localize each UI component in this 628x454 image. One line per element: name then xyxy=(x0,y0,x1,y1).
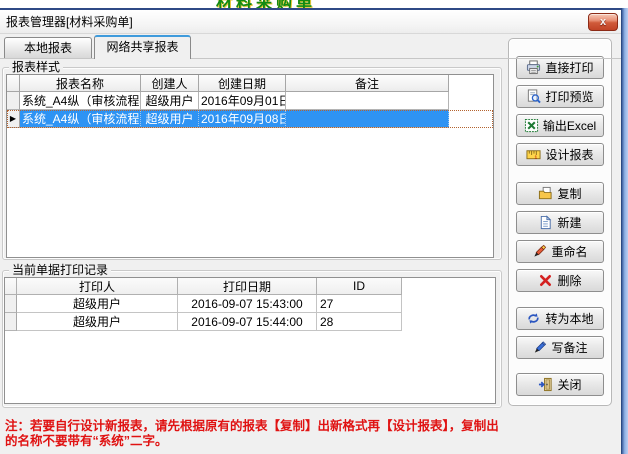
write-note-button[interactable]: 写备注 xyxy=(516,336,604,359)
tab-local-reports[interactable]: 本地报表 xyxy=(4,37,92,58)
cell-report-name: 系统_A4纵（审核流程- xyxy=(20,110,141,128)
svg-text:1: 1 xyxy=(535,154,538,159)
button-label: 新建 xyxy=(557,214,581,231)
button-label: 直接打印 xyxy=(545,59,593,76)
print-preview-button[interactable]: 打印预览 xyxy=(516,85,604,108)
copy-icon xyxy=(538,186,553,201)
button-label: 关闭 xyxy=(557,376,581,393)
title-bar[interactable]: 报表管理器[材料采购单] x xyxy=(0,10,621,34)
cell-print-id: 28 xyxy=(317,313,402,331)
convert-to-local-button[interactable]: 转为本地 xyxy=(516,307,604,330)
button-label: 输出Excel xyxy=(543,117,596,134)
footer-note-line2: 的名称不要带有“系统”二字。 xyxy=(5,434,565,449)
print-row-2[interactable]: 超级用户 2016-09-07 15:44:00 28 xyxy=(5,313,495,331)
screen: 材料采购单 报表管理器[材料采购单] x 本地报表 网络共享报表 报表样式 报表… xyxy=(0,0,628,454)
button-label: 重命名 xyxy=(551,243,587,260)
cell-create-date: 2016年09月08日 xyxy=(199,110,286,128)
col-header-printer-user[interactable]: 打印人 xyxy=(17,278,178,295)
button-label: 转为本地 xyxy=(545,310,593,327)
write-pen-icon xyxy=(532,340,547,355)
action-button-panel: 直接打印 打印预览 输出Excel xyxy=(508,38,612,406)
button-label: 复制 xyxy=(557,185,581,202)
cell-print-user: 超级用户 xyxy=(17,295,178,313)
print-records-grid[interactable]: 打印人 打印日期 ID 超级用户 2016-09-07 15:43:00 27 … xyxy=(4,277,496,404)
design-report-button[interactable]: 1 设计报表 xyxy=(516,143,604,166)
row-filler xyxy=(449,110,493,128)
cell-note xyxy=(286,92,449,110)
footer-note: 注：若要自行设计新报表，请先根据原有的报表【复制】出新格式再【设计报表】，复制出… xyxy=(5,419,565,449)
cell-create-date: 2016年09月01日 xyxy=(199,92,286,110)
button-label: 打印预览 xyxy=(545,88,593,105)
cell-print-id: 27 xyxy=(317,295,402,313)
header-filler xyxy=(402,278,495,295)
row-filler xyxy=(449,92,493,110)
row-filler xyxy=(402,295,495,313)
convert-arrows-icon xyxy=(526,311,541,326)
selected-row-indicator: ▶ xyxy=(7,110,20,128)
col-header-creator[interactable]: 创建人 xyxy=(141,75,199,92)
report-styles-grid[interactable]: 报表名称 创建人 创建日期 备注 系统_A4纵（审核流程- 超级用户 2016年… xyxy=(6,74,494,258)
dialog-title: 报表管理器[材料采购单] xyxy=(6,10,133,34)
row-indicator-header xyxy=(5,278,17,295)
print-preview-icon xyxy=(526,89,541,104)
button-label: 删除 xyxy=(557,272,581,289)
new-document-icon xyxy=(538,215,553,230)
copy-button[interactable]: 复制 xyxy=(516,182,604,205)
tab-network-shared-reports[interactable]: 网络共享报表 xyxy=(94,35,191,59)
report-row-1[interactable]: 系统_A4纵（审核流程- 超级用户 2016年09月01日 xyxy=(7,92,493,110)
report-grid-header: 报表名称 创建人 创建日期 备注 xyxy=(7,75,493,92)
cell-note xyxy=(286,110,449,128)
print-records-group-label: 当前单据打印记录 xyxy=(9,263,111,277)
report-row-2-selected[interactable]: ▶ 系统_A4纵（审核流程- 超级用户 2016年09月08日 xyxy=(7,110,493,128)
cell-print-date: 2016-09-07 15:43:00 xyxy=(178,295,317,313)
printer-icon xyxy=(526,60,541,75)
new-button[interactable]: 新建 xyxy=(516,211,604,234)
delete-button[interactable]: 删除 xyxy=(516,269,604,292)
export-excel-button[interactable]: 输出Excel xyxy=(516,114,604,137)
col-header-create-date[interactable]: 创建日期 xyxy=(199,75,286,92)
col-header-print-date[interactable]: 打印日期 xyxy=(178,278,317,295)
footer-note-line1: 注：若要自行设计新报表，请先根据原有的报表【复制】出新格式再【设计报表】，复制出 xyxy=(5,419,565,434)
direct-print-button[interactable]: 直接打印 xyxy=(516,56,604,79)
close-dialog-button[interactable]: 关闭 xyxy=(516,373,604,396)
close-icon: x xyxy=(600,16,606,28)
background-window: 材料采购单 xyxy=(0,0,628,8)
row-indicator-header xyxy=(7,75,20,92)
rename-pencil-icon xyxy=(532,244,547,259)
report-styles-group-label: 报表样式 xyxy=(9,60,63,74)
print-grid-header: 打印人 打印日期 ID xyxy=(5,278,495,295)
delete-x-icon xyxy=(538,273,553,288)
button-label: 设计报表 xyxy=(545,146,593,163)
row-indicator xyxy=(5,313,17,331)
cell-creator: 超级用户 xyxy=(141,92,199,110)
exit-door-icon xyxy=(538,377,553,392)
cell-report-name: 系统_A4纵（审核流程- xyxy=(20,92,141,110)
close-button[interactable]: x xyxy=(588,13,618,31)
rename-button[interactable]: 重命名 xyxy=(516,240,604,263)
row-indicator xyxy=(5,295,17,313)
background-window-border xyxy=(621,8,628,454)
row-filler xyxy=(402,313,495,331)
col-header-report-name[interactable]: 报表名称 xyxy=(20,75,141,92)
col-header-id[interactable]: ID xyxy=(317,278,402,295)
print-row-1[interactable]: 超级用户 2016-09-07 15:43:00 27 xyxy=(5,295,495,313)
background-window-title: 材料采购单 xyxy=(216,0,316,8)
ruler-icon: 1 xyxy=(526,147,541,162)
report-manager-dialog: 报表管理器[材料采购单] x 本地报表 网络共享报表 报表样式 报表名称 创建人… xyxy=(0,8,621,454)
cell-print-user: 超级用户 xyxy=(17,313,178,331)
row-indicator xyxy=(7,92,20,110)
header-filler xyxy=(449,75,493,92)
excel-icon xyxy=(524,118,539,133)
button-label: 写备注 xyxy=(551,339,587,356)
cell-creator: 超级用户 xyxy=(141,110,199,128)
col-header-note[interactable]: 备注 xyxy=(286,75,449,92)
cell-print-date: 2016-09-07 15:44:00 xyxy=(178,313,317,331)
